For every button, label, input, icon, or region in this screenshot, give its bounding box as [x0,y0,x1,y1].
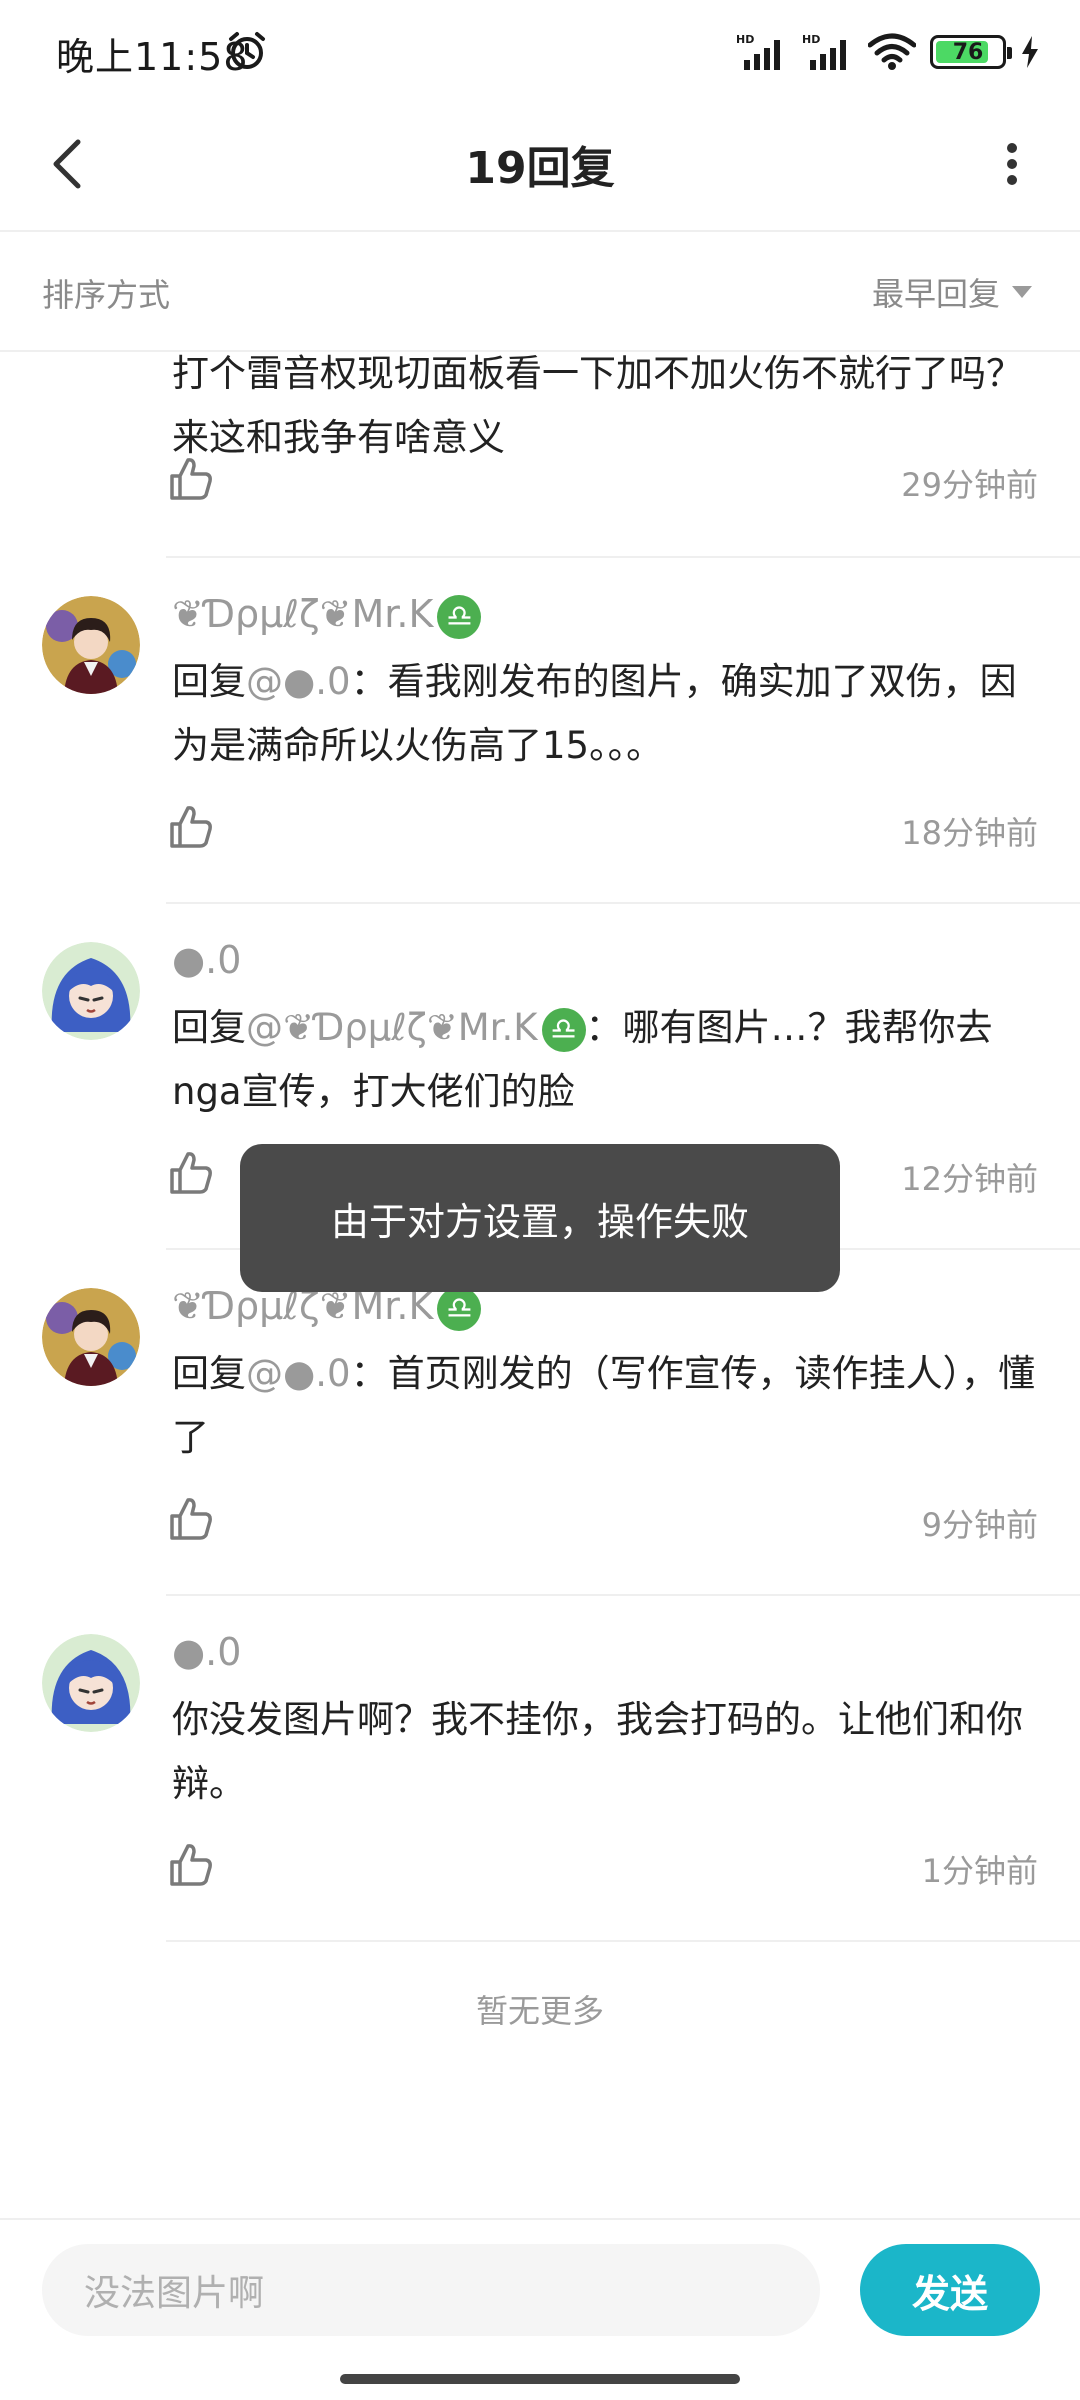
signal-icon: HD [736,33,780,70]
no-more-text: 暂无更多 [475,1992,604,2030]
sort-bar: 排序方式 最早回复 [0,232,1080,352]
more-vertical-icon [1007,143,1017,185]
thumbs-up-icon[interactable] [166,1148,216,1198]
send-button[interactable]: 发送 [860,2244,1040,2336]
home-indicator[interactable] [340,2374,740,2384]
charging-icon [1022,36,1038,68]
sort-dropdown[interactable]: 最早回复 [872,262,1032,322]
thumbs-up-icon[interactable] [166,1494,216,1544]
status-icons: HD HD 76 [736,30,1040,74]
libra-badge-icon: ♎ [541,1007,586,1052]
reply-input[interactable]: 没法图片啊 [42,2244,820,2336]
comment-username: ●.0 [172,938,242,982]
page-title: 19回复 [465,143,615,194]
status-bar: 晚上11:58 HD HD 76 [0,0,1080,104]
more-options-button[interactable] [972,124,1052,204]
comment-text: 打个雷音权现切面板看一下加不加火伤不就行了吗？来这和我争有啥意义 [172,354,1023,459]
comment-time: 29分钟前 [901,466,1038,504]
avatar[interactable] [42,1288,140,1386]
comment-text: 回复@❦Ɗρµℓζ❦Mr.K ♎ ：哪有图片…？我帮你去nga宣传，打大佬们的脸 [172,1006,993,1113]
comment-time: 1分钟前 [921,1852,1038,1890]
comment-text: 回复@●.0：首页刚发的（写作宣传，读作挂人），懂了 [172,1352,1036,1459]
thumbs-up-icon[interactable] [166,454,216,504]
header: 19回复 [0,104,1080,232]
svg-text:HD: HD [736,33,754,46]
reply-bar: 没法图片啊 发送 [0,2218,1080,2362]
avatar[interactable] [42,942,140,1040]
divider [166,1940,1080,1942]
sort-selected: 最早回复 [871,275,1000,313]
comment-text: 你没发图片啊？我不挂你，我会打码的。让他们和你辩。 [172,1698,1023,1805]
signal-icon: HD [802,33,846,70]
wifi-icon [868,33,916,70]
comment-item: ●.0 你没发图片啊？我不挂你，我会打码的。让他们和你辩。 1分钟前 [0,1596,1080,1942]
thumbs-up-icon[interactable] [166,802,216,852]
libra-badge-icon: ♎ [437,594,482,639]
alarm-icon [229,32,265,69]
comment-item: ❦Ɗρµℓζ❦Mr.K ♎ 回复@●.0：首页刚发的（写作宣传，读作挂人），懂了 … [0,1250,1080,1596]
battery-icon: 76 [930,35,1012,69]
comment-time: 18分钟前 [901,814,1038,852]
libra-badge-icon: ♎ [437,1286,482,1331]
comment-item: 打个雷音权现切面板看一下加不加火伤不就行了吗？来这和我争有啥意义 29分钟前 [0,354,1080,558]
mention-link[interactable]: @●.0 [246,1352,351,1395]
comment-username: ●.0 [172,1630,242,1674]
battery-level: 76 [952,39,984,65]
comment-time: 12分钟前 [901,1160,1038,1198]
comment-username: ❦Ɗρµℓζ❦Mr.K ♎ [172,592,482,639]
toast-message: 由于对方设置，操作失败 [240,1144,840,1292]
comment-item: ❦Ɗρµℓζ❦Mr.K ♎ 回复@●.0：看我刚发布的图片，确实加了双伤，因为是满… [0,558,1080,904]
avatar[interactable] [42,596,140,694]
mention-link[interactable]: @❦Ɗρµℓζ❦Mr.K ♎ [246,1006,586,1052]
comment-time: 9分钟前 [921,1506,1038,1544]
dropdown-triangle-icon [1012,286,1032,298]
sort-label: 排序方式 [42,276,171,314]
svg-text:HD: HD [802,33,820,46]
status-time: 晚上11:58 [56,35,249,79]
mention-link[interactable]: @●.0 [246,660,351,703]
avatar[interactable] [42,1634,140,1732]
comment-text: 回复@●.0：看我刚发布的图片，确实加了双伤，因为是满命所以火伤高了15。。。 [172,660,1017,767]
thumbs-up-icon[interactable] [166,1840,216,1890]
